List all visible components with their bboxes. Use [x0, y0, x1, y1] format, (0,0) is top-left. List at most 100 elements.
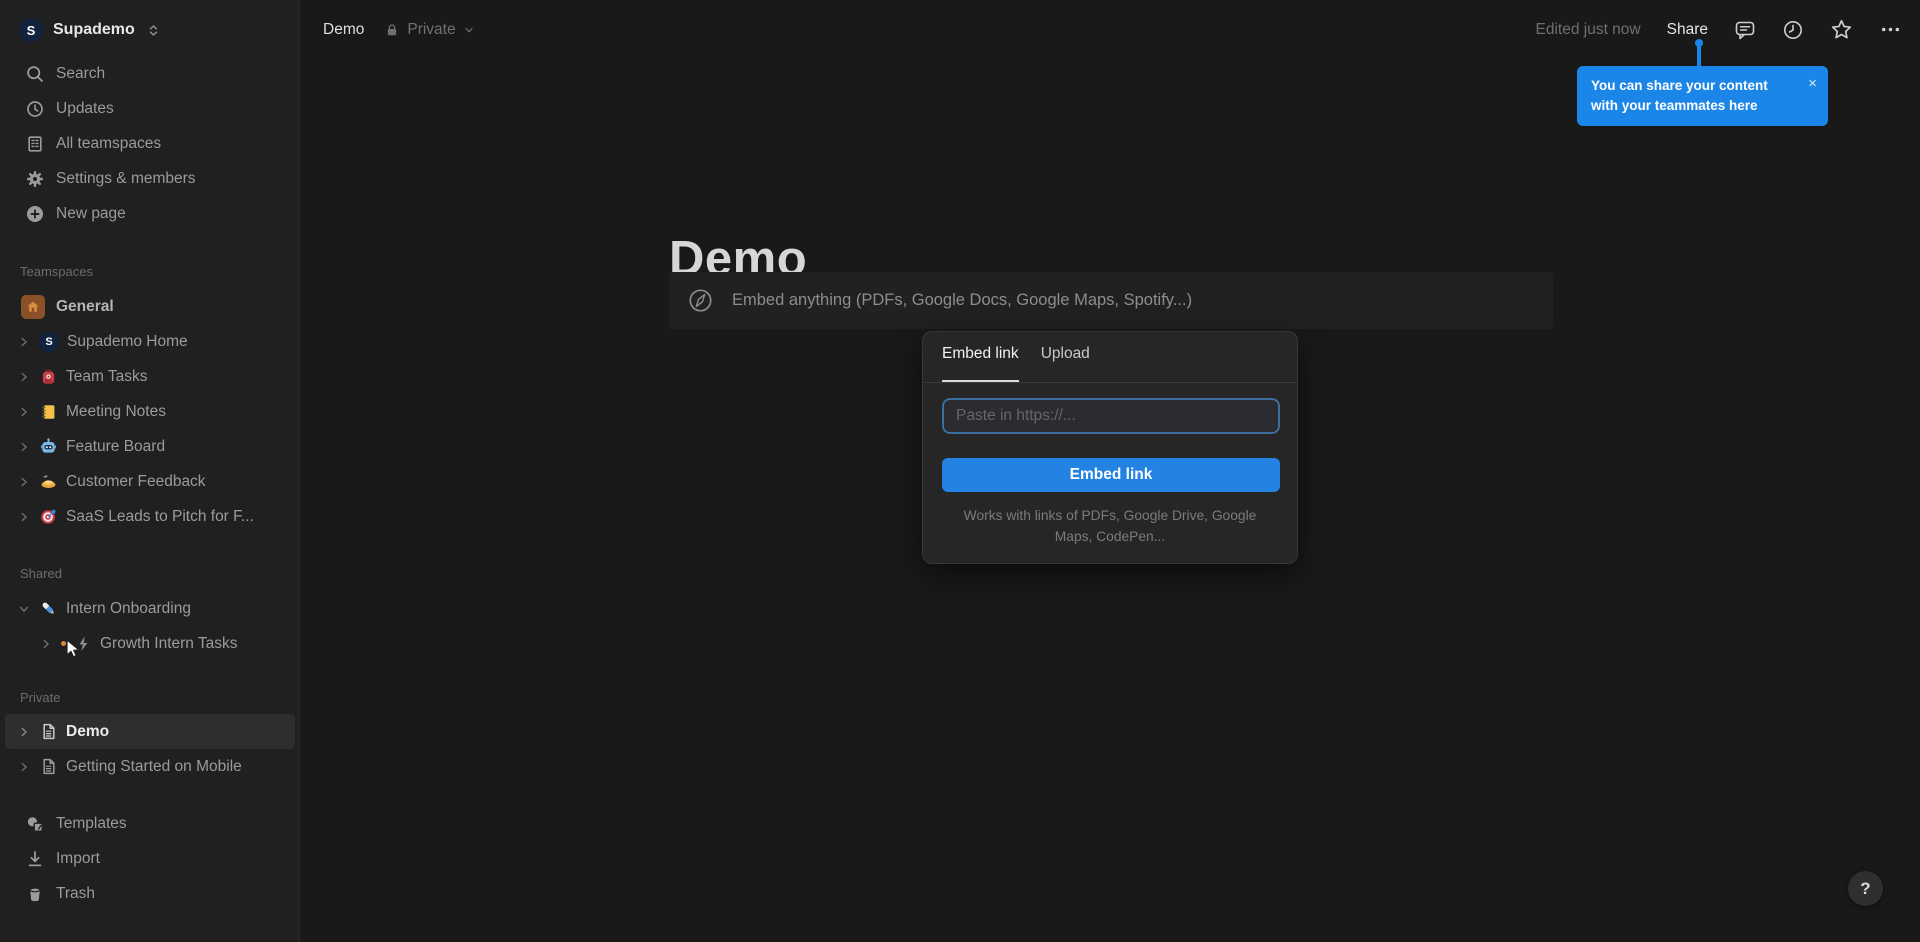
page-icon	[39, 757, 58, 776]
sidebar-item-label: Intern Onboarding	[66, 600, 191, 618]
section-label-shared[interactable]: Shared	[20, 558, 62, 588]
star-icon[interactable]	[1830, 18, 1853, 41]
sidebar-item-saas-leads[interactable]: SaaS Leads to Pitch for F...	[5, 499, 295, 534]
sidebar-item-label: General	[56, 298, 114, 316]
sidebar-item-label: Import	[56, 850, 100, 868]
sidebar-item-label: Growth Intern Tasks	[100, 635, 238, 653]
robot-icon	[39, 437, 58, 456]
supademo-logo-icon: S	[39, 332, 59, 352]
bolt-icon	[74, 635, 92, 653]
privacy-selector[interactable]: Private	[384, 21, 474, 39]
sidebar-item-import[interactable]: Import	[5, 841, 295, 876]
topbar-actions: Edited just now Share	[1536, 0, 1903, 59]
comment-icon[interactable]	[1734, 19, 1756, 41]
trash-icon	[25, 884, 45, 904]
workspace-name: Supademo	[53, 21, 135, 39]
sidebar: S Supademo Search Updates All teamspaces…	[0, 0, 300, 942]
sidebar-item-growth-intern-tasks[interactable]: Growth Intern Tasks	[5, 626, 295, 661]
more-icon[interactable]	[1879, 18, 1902, 41]
plus-circle-icon	[25, 204, 45, 224]
chevron-down-icon[interactable]	[17, 602, 31, 616]
home-tile-icon	[21, 295, 45, 319]
sidebar-item-label: Getting Started on Mobile	[66, 758, 242, 776]
sidebar-item-label: Trash	[56, 885, 95, 903]
chevron-right-icon[interactable]	[17, 335, 31, 349]
gear-icon	[25, 169, 45, 189]
embed-url-input[interactable]	[942, 398, 1280, 434]
help-button[interactable]: ?	[1848, 871, 1883, 906]
workspace-logo: S	[19, 18, 43, 42]
sidebar-item-label: Templates	[56, 815, 127, 833]
breadcrumb: Demo Private	[323, 0, 475, 59]
orange-dot	[61, 641, 66, 646]
sidebar-item-customer-feedback[interactable]: Customer Feedback	[5, 464, 295, 499]
chevron-right-icon[interactable]	[17, 405, 31, 419]
chevron-right-icon[interactable]	[17, 725, 31, 739]
history-icon[interactable]	[1782, 19, 1804, 41]
building-icon	[25, 134, 45, 154]
close-icon[interactable]: ×	[1808, 73, 1817, 95]
sidebar-item-search[interactable]: Search	[5, 56, 295, 91]
shapes-icon	[25, 814, 45, 834]
tooltip-pointer-stem	[1697, 45, 1701, 67]
sidebar-item-demo[interactable]: Demo	[5, 714, 295, 749]
custard-icon	[39, 472, 58, 491]
section-label-teamspaces[interactable]: Teamspaces	[20, 256, 93, 286]
sidebar-item-new-page[interactable]: New page	[5, 196, 295, 231]
breadcrumb-page-title[interactable]: Demo	[323, 21, 364, 39]
share-tooltip-text: You can share your content with your tea…	[1591, 78, 1768, 113]
lock-icon	[384, 22, 400, 38]
chevron-right-icon[interactable]	[17, 370, 31, 384]
embed-link-button[interactable]: Embed link	[942, 458, 1280, 492]
sidebar-item-updates[interactable]: Updates	[5, 91, 295, 126]
compass-icon	[687, 287, 714, 314]
edited-status: Edited just now	[1536, 21, 1641, 39]
sidebar-item-label: All teamspaces	[56, 135, 161, 153]
sidebar-item-label: Supademo Home	[67, 333, 188, 351]
tab-embed-link[interactable]: Embed link	[942, 345, 1019, 382]
sidebar-item-label: Demo	[66, 723, 109, 741]
embed-placeholder-block[interactable]: Embed anything (PDFs, Google Docs, Googl…	[669, 272, 1553, 329]
sidebar-item-all-teamspaces[interactable]: All teamspaces	[5, 126, 295, 161]
chevron-right-icon[interactable]	[17, 760, 31, 774]
backpack-icon	[39, 367, 58, 386]
question-mark: ?	[1860, 879, 1870, 899]
sidebar-item-label: Settings & members	[56, 170, 196, 188]
sidebar-item-label: Feature Board	[66, 438, 165, 456]
workspace-switcher[interactable]: S Supademo	[5, 12, 295, 48]
notebook-icon	[39, 402, 58, 421]
workspace-logo-letter: S	[27, 23, 36, 38]
target-icon	[39, 507, 58, 526]
search-icon	[25, 64, 45, 84]
chevron-down-icon	[463, 24, 475, 36]
page-icon	[39, 722, 58, 741]
popup-tabs: Embed link Upload	[923, 332, 1297, 382]
share-tooltip: You can share your content with your tea…	[1577, 66, 1828, 126]
share-button[interactable]: Share	[1667, 21, 1708, 39]
sidebar-item-label: Customer Feedback	[66, 473, 206, 491]
sidebar-item-feature-board[interactable]: Feature Board	[5, 429, 295, 464]
sidebar-item-getting-started[interactable]: Getting Started on Mobile	[5, 749, 295, 784]
clock-icon	[25, 99, 45, 119]
chevron-right-icon[interactable]	[39, 637, 53, 651]
embed-prompt-text: Embed anything (PDFs, Google Docs, Googl…	[732, 291, 1192, 310]
sidebar-item-intern-onboarding[interactable]: Intern Onboarding	[5, 591, 295, 626]
section-label-private[interactable]: Private	[20, 682, 60, 712]
chevron-right-icon[interactable]	[17, 510, 31, 524]
sidebar-item-supademo-home[interactable]: S Supademo Home	[5, 324, 295, 359]
sidebar-item-settings[interactable]: Settings & members	[5, 161, 295, 196]
sidebar-item-label: Team Tasks	[66, 368, 148, 386]
tab-upload[interactable]: Upload	[1041, 345, 1090, 382]
sidebar-item-meeting-notes[interactable]: Meeting Notes	[5, 394, 295, 429]
import-icon	[25, 849, 45, 869]
sidebar-item-label: SaaS Leads to Pitch for F...	[66, 508, 254, 526]
sidebar-item-trash[interactable]: Trash	[5, 876, 295, 911]
sidebar-item-label: Search	[56, 65, 105, 83]
sidebar-item-team-tasks[interactable]: Team Tasks	[5, 359, 295, 394]
sidebar-item-templates[interactable]: Templates	[5, 806, 295, 841]
chevron-right-icon[interactable]	[17, 440, 31, 454]
feedback-icon[interactable]	[17, 475, 31, 489]
sidebar-item-general[interactable]: General	[5, 289, 295, 324]
sidebar-item-label: New page	[56, 205, 126, 223]
popup-caption: Works with links of PDFs, Google Drive, …	[923, 505, 1297, 548]
